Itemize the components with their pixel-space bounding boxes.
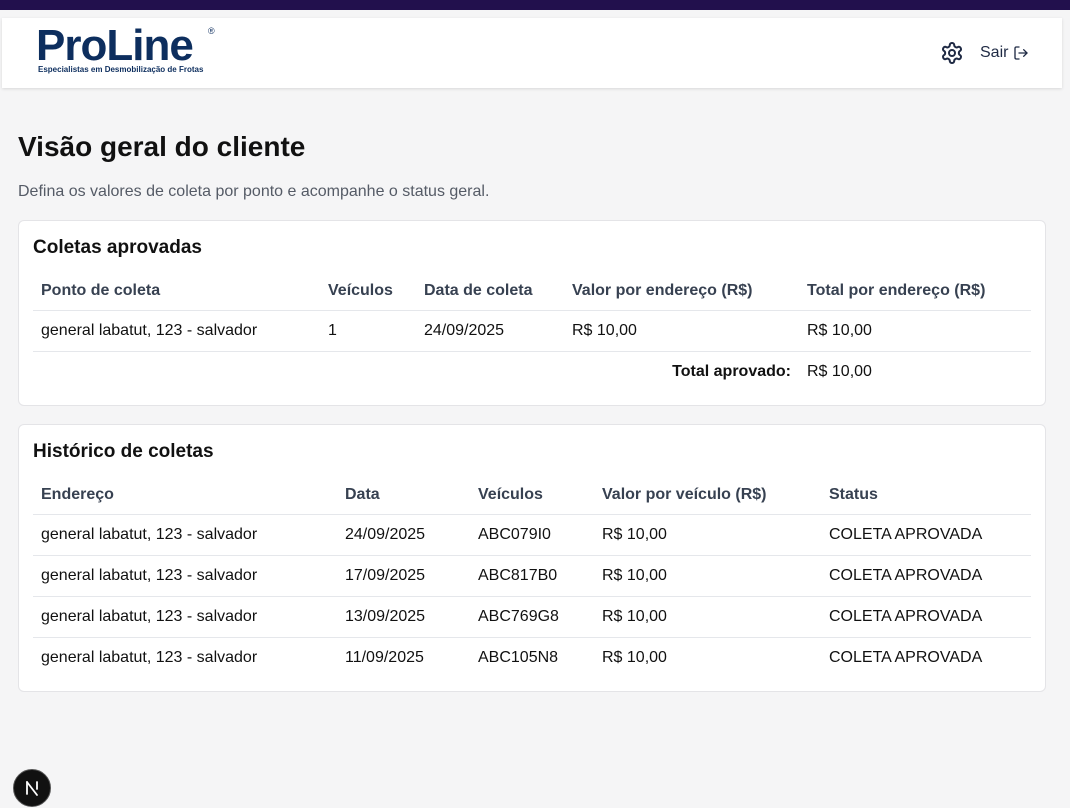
logo-registered-mark: ® bbox=[208, 26, 215, 36]
vehicle-plate-cell: ABC769G8 bbox=[470, 595, 594, 637]
collection-point-cell: general labatut, 123 - salvador bbox=[33, 309, 320, 351]
column-header: Endereço bbox=[41, 486, 114, 504]
address-cell: general labatut, 123 - salvador bbox=[33, 636, 337, 678]
date-cell: 11/09/2025 bbox=[337, 636, 470, 678]
column-header: Total por endereço (R$) bbox=[807, 282, 986, 300]
vehicle-plate-cell: ABC079I0 bbox=[470, 513, 594, 555]
column-header: Data bbox=[345, 486, 380, 504]
address-cell: general labatut, 123 - salvador bbox=[33, 513, 337, 555]
top-accent-strip bbox=[0, 0, 1070, 10]
logout-label: Sair bbox=[980, 44, 1009, 61]
approved-collections-card: Coletas aprovadas Ponto de coleta Veícul… bbox=[18, 220, 1046, 406]
value-per-vehicle-cell: R$ 10,00 bbox=[594, 636, 821, 678]
status-cell: COLETA APROVADA bbox=[821, 636, 1031, 678]
value-per-vehicle-cell: R$ 10,00 bbox=[594, 595, 821, 637]
value-per-vehicle-cell: R$ 10,00 bbox=[594, 513, 821, 555]
settings-button[interactable] bbox=[940, 41, 964, 65]
history-table: Endereço Data Veículos Valor por veículo… bbox=[33, 477, 1031, 678]
collection-date-cell: 24/09/2025 bbox=[416, 309, 564, 351]
column-header: Status bbox=[829, 486, 878, 504]
table-row: general labatut, 123 - salvador 17/09/20… bbox=[33, 554, 1031, 596]
table-header-row: Endereço Data Veículos Valor por veículo… bbox=[33, 477, 1031, 514]
approved-table: Ponto de coleta Veículos Data de coleta … bbox=[33, 273, 1031, 392]
date-cell: 13/09/2025 bbox=[337, 595, 470, 637]
column-header: Data de coleta bbox=[424, 282, 533, 300]
nextjs-dev-badge[interactable] bbox=[13, 769, 51, 807]
table-header-row: Ponto de coleta Veículos Data de coleta … bbox=[33, 273, 1031, 310]
logo-wordmark: ProLine bbox=[36, 21, 194, 70]
collection-history-card: Histórico de coletas Endereço Data Veícu… bbox=[18, 424, 1046, 692]
vehicle-plate-cell: ABC105N8 bbox=[470, 636, 594, 678]
status-cell: COLETA APROVADA bbox=[821, 554, 1031, 596]
column-header: Veículos bbox=[478, 486, 543, 504]
page-title: Visão geral do cliente bbox=[18, 131, 306, 162]
vehicles-count-cell: 1 bbox=[320, 309, 416, 351]
logout-icon bbox=[1014, 46, 1029, 60]
column-header: Valor por veículo (R$) bbox=[602, 486, 767, 504]
column-header: Valor por endereço (R$) bbox=[572, 282, 753, 300]
proline-logo[interactable]: ProLine ® Especialistas em Desmobilizaçã… bbox=[36, 22, 226, 78]
nextjs-icon bbox=[26, 781, 38, 796]
status-cell: COLETA APROVADA bbox=[821, 513, 1031, 555]
table-row: general labatut, 123 - salvador 11/09/20… bbox=[33, 636, 1031, 678]
total-row: Total aprovado: R$ 10,00 bbox=[33, 350, 1031, 392]
address-cell: general labatut, 123 - salvador bbox=[33, 554, 337, 596]
table-row: general labatut, 123 - salvador 13/09/20… bbox=[33, 595, 1031, 637]
gear-icon bbox=[942, 42, 962, 64]
total-approved-label: Total aprovado: bbox=[33, 350, 799, 392]
table-row: general labatut, 123 - salvador 24/09/20… bbox=[33, 513, 1031, 555]
date-cell: 17/09/2025 bbox=[337, 554, 470, 596]
date-cell: 24/09/2025 bbox=[337, 513, 470, 555]
total-per-address-cell: R$ 10,00 bbox=[799, 309, 1031, 351]
table-row: general labatut, 123 - salvador 1 24/09/… bbox=[33, 309, 1031, 351]
logout-button[interactable]: Sair bbox=[980, 42, 1029, 64]
logo-tagline: Especialistas em Desmobilização de Frota… bbox=[38, 65, 204, 74]
approved-card-title: Coletas aprovadas bbox=[33, 237, 202, 258]
address-cell: general labatut, 123 - salvador bbox=[33, 595, 337, 637]
history-card-title: Histórico de coletas bbox=[33, 441, 214, 462]
value-per-address-cell: R$ 10,00 bbox=[564, 309, 799, 351]
value-per-vehicle-cell: R$ 10,00 bbox=[594, 554, 821, 596]
vehicle-plate-cell: ABC817B0 bbox=[470, 554, 594, 596]
page-subtitle: Defina os valores de coleta por ponto e … bbox=[18, 183, 490, 200]
total-approved-value: R$ 10,00 bbox=[799, 350, 1031, 392]
status-cell: COLETA APROVADA bbox=[821, 595, 1031, 637]
column-header: Ponto de coleta bbox=[41, 282, 161, 300]
column-header: Veículos bbox=[328, 282, 393, 300]
app-header: ProLine ® Especialistas em Desmobilizaçã… bbox=[2, 18, 1062, 88]
